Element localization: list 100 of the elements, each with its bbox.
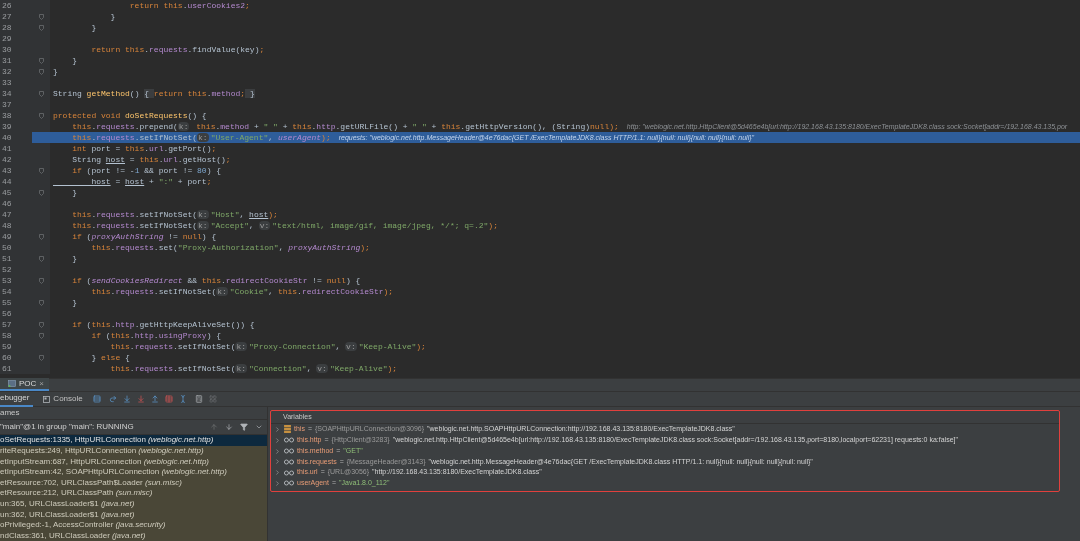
line-number: 51: [0, 253, 32, 264]
line-number: 40: [0, 132, 32, 143]
fold-marker-icon[interactable]: [38, 13, 44, 20]
line-number: 31: [0, 55, 32, 66]
tab-close-button[interactable]: ×: [39, 377, 44, 390]
code-line: this.requests.setIfNotSet(k: "Proxy-Connection", v: "Keep-Alive");: [109, 341, 426, 352]
line-number: 58: [0, 330, 32, 341]
code-line: if (sendCookiesRedirect && this.redirectCookieStr != null) {: [71, 275, 361, 286]
up-arrow-icon[interactable]: [150, 395, 159, 404]
code-line: }: [109, 11, 116, 22]
fold-marker-icon[interactable]: [38, 90, 44, 97]
line-number: 41: [0, 143, 32, 154]
line-number: 53: [0, 275, 32, 286]
fold-marker-icon[interactable]: [38, 167, 44, 174]
line-number: 38: [0, 110, 32, 121]
code-line: if (this.http.usingProxy) {: [90, 330, 222, 341]
stack-frame[interactable]: ndClass:361, URLClassLoader (java.net): [0, 530, 267, 541]
line-number: 52: [0, 264, 32, 275]
stack-frame[interactable]: etResource:702, URLClassPath$Loader (sun.misc): [0, 477, 267, 489]
stack-frame[interactable]: oPrivileged:-1, AccessController (java.security): [0, 519, 267, 531]
code-line: }: [71, 297, 77, 308]
line-number: 48: [0, 220, 32, 231]
code-line: this.requests.setIfNotSet(k: "Cookie", this.redirectCookieStr);: [90, 286, 394, 297]
run-tab[interactable]: POC ×: [0, 378, 49, 392]
code-line: }: [90, 22, 97, 33]
code-line: return this.userCookies2;: [128, 0, 250, 11]
fold-marker-icon[interactable]: [38, 255, 44, 262]
fold-marker-icon[interactable]: [38, 277, 44, 284]
code-line: this.requests.set("Proxy-Authorization", proxyAuthString);: [90, 242, 370, 253]
console-icon: [43, 395, 51, 403]
code-line: int port = this.url.getPort();: [71, 143, 217, 154]
line-number: 27: [0, 11, 32, 22]
down-arrow-icon[interactable]: [225, 423, 233, 432]
line-number: 34: [0, 88, 32, 99]
line-number: 60: [0, 352, 32, 363]
code-line: host = host + ":" + port;: [90, 176, 212, 187]
line-number: 28: [0, 22, 32, 33]
up-arrow-icon[interactable]: [210, 423, 218, 432]
code-line: if (proxyAuthString != null) {: [71, 231, 217, 242]
line-number: 30: [0, 44, 32, 55]
code-line: this.requests.setIfNotSet(k: "Host", host);: [71, 209, 278, 220]
line-number: 47: [0, 209, 32, 220]
fold-marker-icon[interactable]: [38, 233, 44, 240]
grid-icon[interactable]: [208, 395, 217, 404]
debug-tab[interactable]: Console: [39, 391, 87, 407]
fold-marker-icon[interactable]: [38, 112, 44, 119]
fold-marker-icon[interactable]: [38, 321, 44, 328]
fold-marker-icon[interactable]: [38, 354, 44, 361]
code-line: }: [71, 253, 77, 264]
fold-marker-icon[interactable]: [38, 57, 44, 64]
fold-marker-icon[interactable]: [38, 189, 44, 196]
stack-frame[interactable]: etResource:212, URLClassPath (sun.misc): [0, 488, 267, 499]
code-line: } else {: [90, 352, 130, 363]
code-line: return this.requests.findValue(key);: [90, 44, 265, 55]
down-arrow-icon[interactable]: [122, 395, 131, 404]
code-line: this.requests.setIfNotSet(k: "User-Agent", userAgent);: [71, 132, 331, 143]
line-number: 43: [0, 165, 32, 176]
line-number: 50: [0, 242, 32, 253]
debug-tab[interactable]: ebugger: [0, 391, 34, 407]
stack-frame[interactable]: oSetRequests:1335, HttpURLConnection (weblogic.net.http): [0, 435, 267, 446]
stack-frame[interactable]: etInputStream:687, HttpURLConnection (weblogic.net.http): [0, 456, 267, 467]
code-line: String host = this.url.getHost();: [71, 154, 231, 165]
app-window-icon: [8, 380, 16, 388]
code-line: }: [71, 55, 77, 66]
fold-marker-icon[interactable]: [38, 332, 44, 339]
thread-selector[interactable]: "main"@1 in group "main": RUNNING: [0, 421, 203, 434]
line-number: 32: [0, 66, 32, 77]
stack-frame[interactable]: riteRequests:249, HttpURLConnection (weblogic.net.http): [0, 445, 267, 457]
down-arrow-icon[interactable]: [136, 395, 145, 404]
line-number: 49: [0, 231, 32, 242]
line-number: 29: [0, 33, 32, 44]
fold-marker-icon[interactable]: [38, 299, 44, 306]
fold-marker-icon[interactable]: [38, 68, 44, 75]
line-number: 46: [0, 198, 32, 209]
line-number: 61: [0, 363, 32, 374]
code-line: this.requests.setIfNotSet(k: "Accept", v: "text/html, image/gif, image/jpeg, */*; q=.2");: [71, 220, 498, 231]
line-number: 33: [0, 77, 32, 88]
stack-frame[interactable]: un:362, URLClassLoader$1 (java.net): [0, 509, 267, 520]
line-number: 57: [0, 319, 32, 330]
code-line: this.requests.prepend(k: this.method + " " + this.http.getURLFile() + " " + this.getHttpVersion(), (String)null);: [71, 121, 619, 132]
stack-frame[interactable]: etInputStream:42, SOAPHttpURLConnection (weblogic.net.http): [0, 466, 267, 478]
code-line: String getMethod() { return this.method; }: [53, 88, 255, 99]
fold-marker-icon[interactable]: [38, 24, 44, 31]
line-number: 54: [0, 286, 32, 297]
line-number: 55: [0, 297, 32, 308]
line-number: 26: [0, 0, 32, 11]
line-number: 56: [0, 308, 32, 319]
line-number: 44: [0, 176, 32, 187]
filter-icon[interactable]: [240, 423, 248, 432]
line-number: 59: [0, 341, 32, 352]
code-line: this.requests.setIfNotSet(k: "Connection", v: "Keep-Alive");: [109, 363, 398, 374]
line-number: 45: [0, 187, 32, 198]
calculator-icon[interactable]: [194, 395, 203, 404]
stack-frame[interactable]: un:365, URLClassLoader$1 (java.net): [0, 498, 267, 510]
curved-arrow-icon[interactable]: [108, 395, 117, 404]
code-line: protected void doSetRequests() {: [53, 110, 207, 121]
code-line: }: [53, 66, 58, 77]
code-line: if (this.http.getHttpKeepAliveSet()) {: [71, 319, 255, 330]
cursor-icon[interactable]: [178, 395, 187, 404]
tab-label: POC: [19, 377, 37, 390]
